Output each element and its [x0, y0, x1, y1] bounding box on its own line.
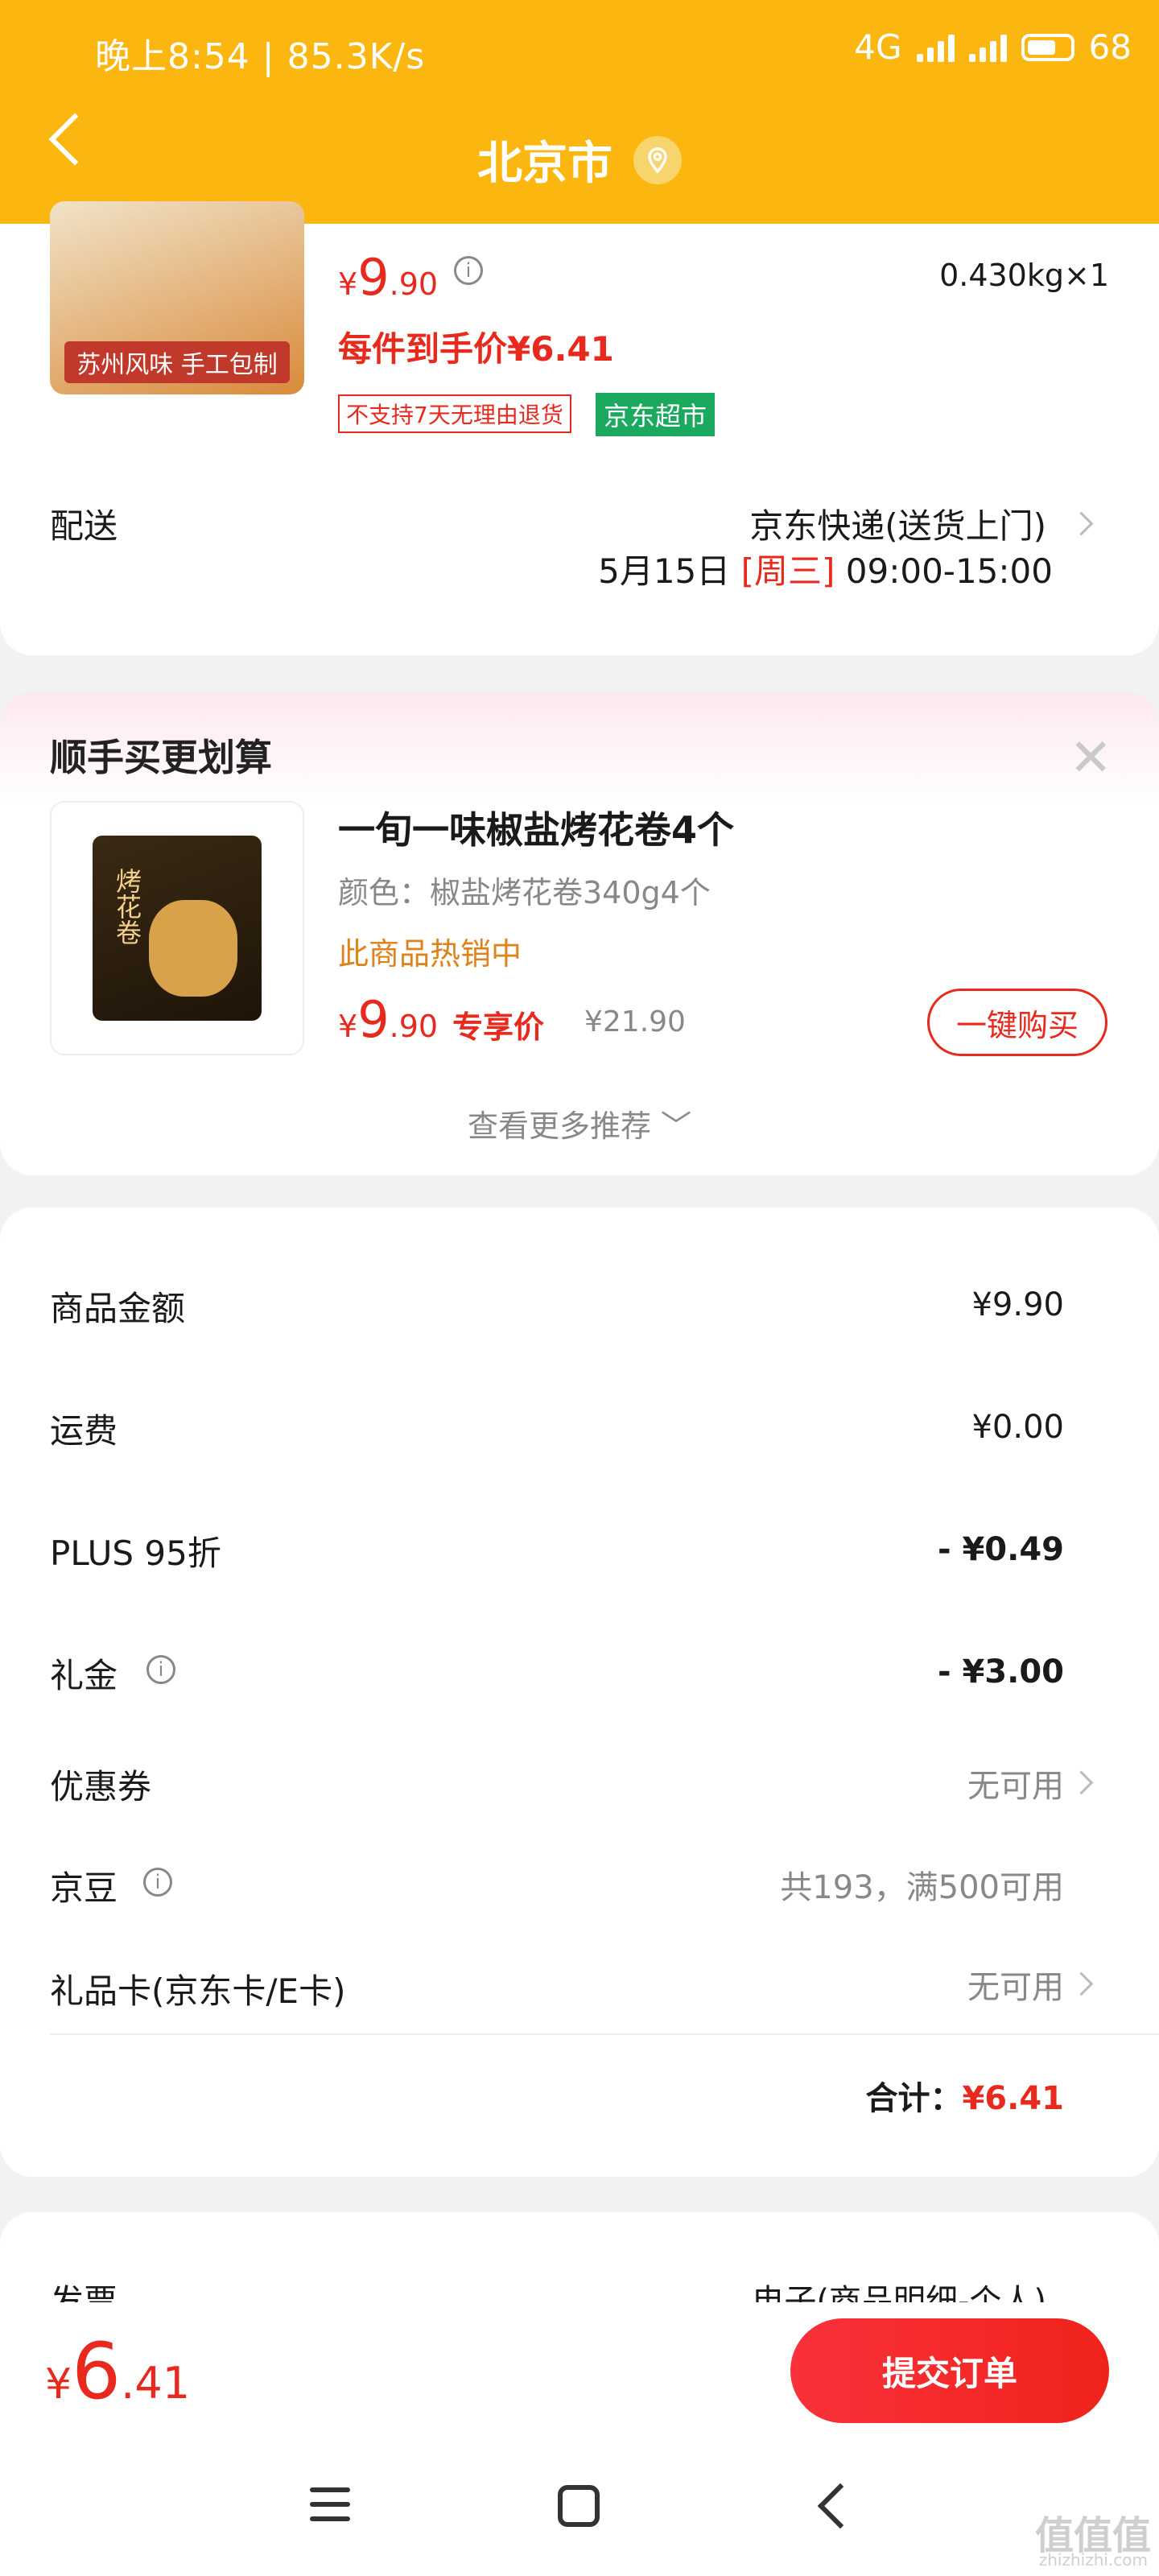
status-time: 晚上8:54 | 85.3K/s: [95, 36, 426, 77]
bottom-total-price: ¥6.41: [45, 2326, 191, 2417]
city-name: 北京市: [477, 138, 612, 190]
summary-row-label: 优惠券: [50, 1767, 152, 1806]
summary-row-label: 商品金额: [50, 1289, 186, 1328]
see-more-recommendations[interactable]: 查看更多推荐 ﹀: [0, 1101, 1159, 1146]
summary-card: [0, 1208, 1159, 2177]
product-package-image: 烤花卷: [93, 836, 262, 1021]
signal-icon: [916, 33, 955, 62]
delivery-weekday: [周三]: [740, 551, 835, 591]
city-selector[interactable]: 北京市: [0, 127, 1159, 192]
store-tag: 京东超市: [596, 393, 716, 436]
price-info-icon[interactable]: i: [454, 256, 483, 285]
jingdou-info-icon[interactable]: i: [143, 1868, 172, 1897]
product-image[interactable]: 苏州风味 手工包制: [50, 201, 304, 394]
total-value: ¥6.41: [962, 2080, 1064, 2117]
product-image-band: 苏州风味 手工包制: [64, 341, 290, 383]
delivery-time[interactable]: 5月15日 [周三] 09:00-15:00: [598, 544, 1053, 593]
summary-row-label: 礼金: [50, 1656, 118, 1695]
recommend-title: 顺手买更划算: [50, 736, 272, 779]
home-icon[interactable]: [558, 2485, 600, 2527]
recommend-product-name[interactable]: 一旬一味椒盐烤花卷4个: [338, 801, 734, 854]
package-label: 烤花卷: [112, 868, 142, 945]
delivery-date: 5月15日: [598, 551, 731, 591]
product-weight-qty: 0.430kg×1: [939, 258, 1109, 293]
summary-row-label: 京豆: [50, 1868, 118, 1908]
jingdou-value: 共193，满500可用: [780, 1869, 1064, 1906]
summary-row-value: ¥9.90: [971, 1286, 1064, 1323]
plus-discount-value: - ¥0.49: [937, 1531, 1064, 1568]
summary-row-label: 礼品卡(京东卡/E卡): [50, 1971, 346, 2011]
exclusive-price-label: 专享价: [452, 1009, 545, 1045]
product-price: ¥9.90: [338, 248, 439, 307]
gift-card-value[interactable]: 无可用: [967, 1961, 1064, 2008]
coupon-value[interactable]: 无可用: [967, 1760, 1064, 1806]
gift-money-info-icon[interactable]: i: [146, 1655, 175, 1684]
recommend-product-spec: 颜色：椒盐烤花卷340g4个: [338, 875, 711, 910]
summary-row-value: ¥0.00: [971, 1409, 1064, 1446]
battery-icon: [1021, 33, 1074, 61]
network-label: 4G: [854, 27, 902, 67]
order-total: 合计：¥6.41: [865, 2072, 1064, 2119]
bread-image: [149, 900, 237, 997]
close-icon[interactable]: ✕: [1069, 729, 1112, 788]
one-click-buy-button[interactable]: 一键购买: [927, 989, 1107, 1056]
delivery-label: 配送: [50, 506, 118, 546]
delivery-method[interactable]: 京东快递(送货上门): [749, 499, 1046, 548]
battery-level: 68: [1088, 27, 1132, 67]
signal-icon-2: [968, 33, 1007, 62]
no-return-tag: 不支持7天无理由退货: [338, 394, 571, 433]
total-label: 合计：: [865, 2080, 963, 2117]
summary-row-label: 运费: [50, 1411, 118, 1451]
delivery-timeslot: 09:00-15:00: [845, 551, 1053, 591]
watermark-url: zhizhizhi.com: [1038, 2550, 1148, 2570]
submit-order-button[interactable]: 提交订单: [790, 2318, 1109, 2423]
hot-selling-label: 此商品热销中: [338, 936, 522, 972]
summary-row-label: PLUS 95折: [50, 1534, 221, 1573]
recommend-product-image[interactable]: 烤花卷: [50, 801, 304, 1055]
summary-divider: [50, 2033, 1159, 2035]
gift-money-value: - ¥3.00: [937, 1653, 1064, 1690]
status-icons: 4G 68: [854, 27, 1132, 67]
location-pin-icon: [633, 135, 682, 184]
menu-icon[interactable]: [310, 2487, 350, 2531]
recommend-price: ¥9.90: [338, 990, 439, 1049]
original-price: ¥21.90: [584, 1005, 686, 1038]
final-price-label: 每件到手价¥6.41: [338, 329, 614, 369]
